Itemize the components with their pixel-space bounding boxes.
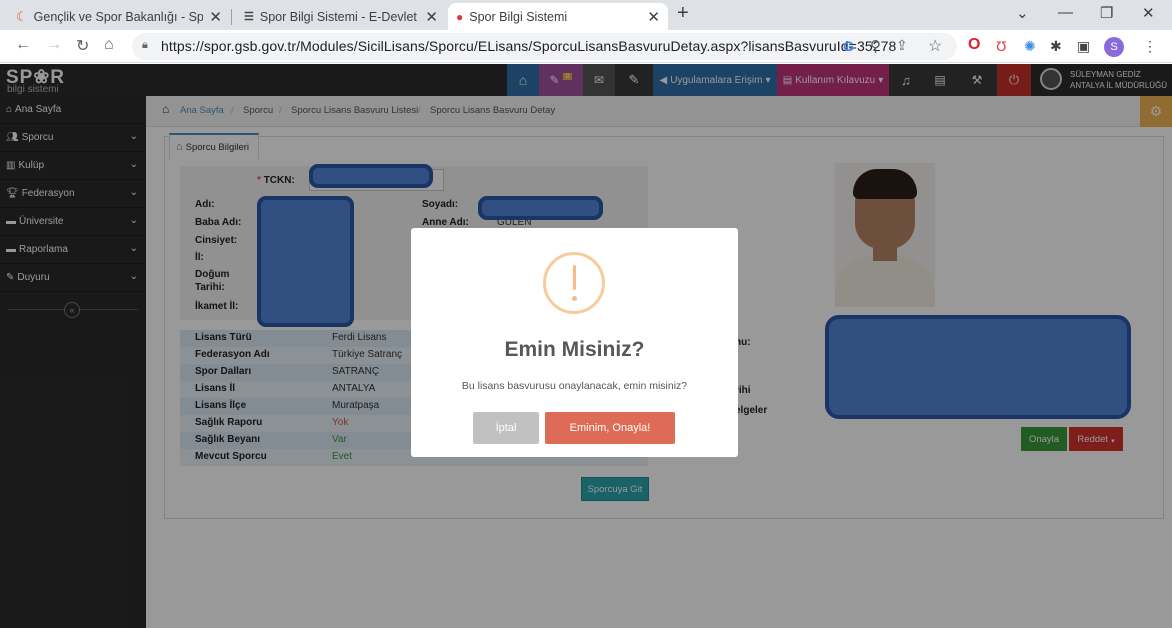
browser-tab-spor-active[interactable]: ● Spor Bilgi Sistemi ✕ xyxy=(448,3,668,30)
edevlet-icon: ☰ xyxy=(244,11,254,23)
zoom-icon[interactable]: ⚲ xyxy=(870,37,881,55)
new-tab-button[interactable]: + xyxy=(677,2,689,25)
tab-title: Gençlik ve Spor Bakanlığı - Spor xyxy=(33,9,204,24)
dialog-message: Bu lisans basvurusu onaylanacak, emin mi… xyxy=(461,380,688,392)
opera-extension-icon[interactable]: O xyxy=(968,36,980,54)
warning-dot xyxy=(572,296,577,301)
reload-icon[interactable]: ↻ xyxy=(76,36,89,56)
profile-avatar[interactable]: S xyxy=(1104,37,1124,57)
warning-bar xyxy=(573,265,576,290)
bookmark-star-icon[interactable]: ☆ xyxy=(928,36,942,56)
restore-icon[interactable]: ❐ xyxy=(1100,4,1113,22)
spor-logo-icon: ● xyxy=(456,9,464,24)
dialog-title: Emin Misiniz? xyxy=(504,338,645,361)
warning-icon xyxy=(543,252,605,314)
google-icon[interactable]: G xyxy=(843,38,854,54)
browser-tab-edevlet[interactable]: ☰ Spor Bilgi Sistemi - E-Devlet Port ✕ xyxy=(236,3,446,30)
tab-title: Spor Bilgi Sistemi xyxy=(469,9,568,24)
browser-toolbar: ← → ↻ ⌂ 🔒︎ https://spor.gsb.gov.tr/Modul… xyxy=(0,30,1172,63)
browser-tab-ministry[interactable]: ☾ Gençlik ve Spor Bakanlığı - Spor ✕ xyxy=(8,3,230,30)
tab-search-icon[interactable]: ⌄ xyxy=(1016,4,1029,22)
cancel-button[interactable]: İptal xyxy=(473,412,539,444)
browser-menu-icon[interactable]: ⋮ xyxy=(1143,38,1157,55)
confirm-approve-button[interactable]: Eminim, Onayla! xyxy=(545,412,675,444)
share-icon[interactable]: ⇪ xyxy=(896,37,908,54)
extensions-puzzle-icon[interactable]: ✱ xyxy=(1050,38,1062,55)
forward-icon[interactable]: → xyxy=(46,36,62,54)
url-text: https://spor.gsb.gov.tr/Modules/SicilLis… xyxy=(161,38,897,54)
browser-tab-strip: ☾ Gençlik ve Spor Bakanlığı - Spor ✕ ☰ S… xyxy=(0,0,1172,30)
lock-icon: 🔒︎ xyxy=(142,39,148,51)
back-icon[interactable]: ← xyxy=(15,36,31,54)
minimize-icon[interactable]: — xyxy=(1058,4,1073,21)
close-tab-icon[interactable]: ✕ xyxy=(209,8,222,26)
sidepanel-icon[interactable]: ▣ xyxy=(1077,38,1090,55)
close-tab-icon[interactable]: ✕ xyxy=(647,8,660,26)
close-tab-icon[interactable]: ✕ xyxy=(425,8,438,26)
tab-separator xyxy=(231,9,232,25)
confirm-dialog: Emin Misiniz? Bu lisans basvurusu onayla… xyxy=(411,228,738,457)
ministry-logo-icon: ☾ xyxy=(16,8,28,24)
globe-extension-icon[interactable]: ✺ xyxy=(1024,38,1036,55)
home-icon[interactable]: ⌂ xyxy=(104,36,114,54)
address-bar[interactable]: 🔒︎ https://spor.gsb.gov.tr/Modules/Sicil… xyxy=(132,33,957,60)
tab-title: Spor Bilgi Sistemi - E-Devlet Port xyxy=(259,9,420,24)
pocket-extension-icon[interactable]: Ʊ xyxy=(996,38,1006,54)
close-window-icon[interactable]: ✕ xyxy=(1142,4,1155,22)
